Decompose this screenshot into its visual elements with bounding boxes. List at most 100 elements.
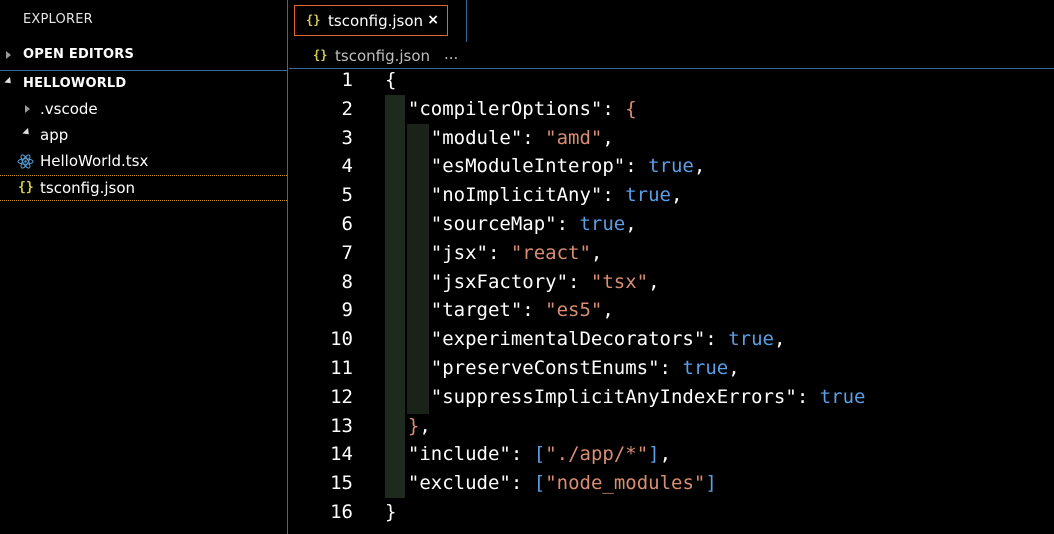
code-token: :	[625, 155, 649, 178]
code-token: ,	[625, 213, 637, 235]
line-number: 9	[341, 299, 353, 322]
tree-item-label: app	[40, 126, 69, 144]
code-token: :	[556, 213, 580, 235]
code-token: true	[579, 213, 626, 235]
code-token: :	[796, 385, 820, 408]
code-line[interactable]: 16}	[289, 501, 1054, 530]
line-number: 15	[330, 472, 353, 495]
code-line[interactable]: 15 "exclude": ["node_modules"]	[289, 472, 1054, 501]
line-number: 11	[330, 357, 353, 379]
tree-item-vscode[interactable]: .vscode	[0, 96, 287, 122]
line-text: "jsx": "react",	[385, 241, 603, 264]
code-line[interactable]: 12 "suppressImplicitAnyIndexErrors": tru…	[289, 386, 1054, 415]
line-text: "noImplicitAny": true,	[385, 184, 683, 207]
code-token: true	[819, 385, 866, 408]
code-token: true	[682, 357, 729, 379]
line-number: 8	[341, 270, 353, 293]
code-line[interactable]: 14 "include": ["./app/*"],	[289, 443, 1054, 472]
code-token: {	[625, 97, 637, 120]
line-number: 1	[341, 69, 353, 91]
tree-item-helloworld-tsx[interactable]: HelloWorld.tsx	[0, 148, 287, 174]
code-token: ,	[728, 357, 740, 379]
code-token: "exclude"	[385, 472, 511, 495]
code-line[interactable]: 13 },	[289, 415, 1054, 444]
code-editor[interactable]: 1{2 "compilerOptions": {3 "module": "amd…	[289, 69, 1054, 534]
code-token: "es5"	[545, 299, 603, 322]
code-line[interactable]: 8 "jsxFactory": "tsx",	[289, 271, 1054, 300]
tree-item-label: HelloWorld.tsx	[40, 152, 149, 170]
code-token: :	[510, 443, 534, 466]
code-line[interactable]: 4 "esModuleInterop": true,	[289, 155, 1054, 184]
open-editors-section[interactable]: OPEN EDITORS	[0, 42, 287, 68]
code-token: :	[659, 357, 683, 379]
chevron-down-icon	[22, 127, 32, 138]
json-icon: {}	[306, 13, 321, 27]
project-section[interactable]: HELLOWORLD	[0, 70, 287, 96]
code-token: :	[602, 97, 626, 120]
breadcrumb-file[interactable]: tsconfig.json	[335, 47, 430, 65]
json-icon: {}	[313, 48, 328, 62]
code-token: "target"	[385, 299, 523, 322]
code-line[interactable]: 10 "experimentalDecorators": true,	[289, 328, 1054, 357]
code-token: "module"	[385, 126, 523, 149]
tree-item-label: .vscode	[40, 100, 98, 118]
line-text: {	[385, 69, 396, 91]
code-token: ,	[659, 443, 672, 466]
code-line[interactable]: 5 "noImplicitAny": true,	[289, 184, 1054, 213]
code-token: ,	[648, 270, 660, 293]
line-number: 4	[341, 155, 353, 178]
tab-tsconfig-json[interactable]: {} tsconfig.json ×	[294, 5, 448, 36]
line-number: 12	[330, 385, 353, 408]
code-token: ,	[602, 299, 614, 322]
line-text: "exclude": ["node_modules"]	[385, 472, 717, 494]
code-token: ,	[590, 241, 603, 264]
react-icon	[17, 154, 34, 169]
line-text: "preserveConstEnums": true,	[385, 357, 740, 379]
line-text: "esModuleInterop": true,	[385, 155, 706, 178]
code-token: ]	[648, 443, 660, 466]
json-icon: {}	[18, 180, 34, 195]
code-token: "./app/*"	[545, 443, 649, 466]
vscode-window: EXPLORER OPEN EDITORS HELLOWORLD .vscode…	[0, 0, 1054, 534]
code-token: }	[407, 414, 420, 437]
code-line[interactable]: 7 "jsx": "react",	[289, 242, 1054, 271]
code-token: ,	[773, 328, 786, 351]
line-number: 13	[330, 414, 353, 437]
code-token: [	[533, 472, 546, 495]
code-token: "experimentalDecorators"	[385, 328, 706, 351]
code-token: :	[522, 126, 546, 149]
code-token: :	[602, 184, 626, 207]
line-text: "include": ["./app/*"],	[385, 443, 671, 465]
code-line[interactable]: 2 "compilerOptions": {	[289, 98, 1054, 127]
code-line[interactable]: 3 "module": "amd",	[289, 127, 1054, 156]
code-token: :	[487, 241, 511, 264]
code-line[interactable]: 6 "sourceMap": true,	[289, 213, 1054, 242]
line-number: 3	[341, 126, 353, 149]
tree-item-app[interactable]: app	[0, 122, 287, 148]
breadcrumb-more[interactable]: ...	[444, 45, 458, 63]
code-token: "amd"	[545, 126, 603, 149]
code-token: "esModuleInterop"	[385, 155, 626, 178]
tree-item-label: tsconfig.json	[40, 179, 136, 197]
code-line[interactable]: 11 "preserveConstEnums": true,	[289, 357, 1054, 386]
line-text: "sourceMap": true,	[385, 213, 637, 235]
code-token: "node_modules"	[545, 472, 706, 495]
line-text: },	[385, 415, 431, 437]
code-token: "tsx"	[590, 270, 649, 293]
open-editors-label: OPEN EDITORS	[23, 47, 135, 62]
line-number: 5	[341, 184, 353, 207]
code-line[interactable]: 1{	[289, 69, 1054, 98]
code-token: {	[385, 69, 397, 91]
code-line[interactable]: 9 "target": "es5",	[289, 299, 1054, 328]
tree-item-tsconfig-json[interactable]: {} tsconfig.json	[0, 175, 287, 201]
tab-label: tsconfig.json	[328, 12, 424, 30]
line-number: 14	[330, 443, 353, 466]
line-text: "jsxFactory": "tsx",	[385, 271, 660, 293]
code-token: "react"	[510, 241, 591, 264]
line-text: }	[385, 501, 396, 523]
line-number: 16	[330, 501, 353, 523]
line-number: 6	[341, 213, 353, 235]
close-icon[interactable]: ×	[427, 12, 439, 28]
code-token: "suppressImplicitAnyIndexErrors"	[385, 385, 797, 408]
